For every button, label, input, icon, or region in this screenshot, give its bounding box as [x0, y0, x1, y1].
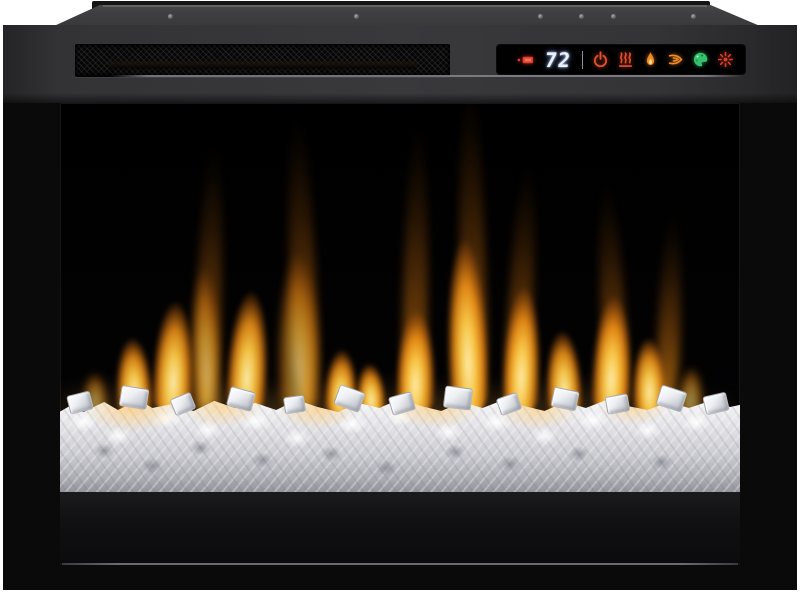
screw-icon	[538, 14, 543, 19]
heater-vent-grille	[75, 44, 450, 77]
flame-speed-button[interactable]	[667, 51, 684, 68]
hearth-front-panel	[60, 492, 740, 563]
bezel-highlight-line	[110, 75, 743, 77]
color-theme-button[interactable]	[692, 51, 709, 68]
firebox-glass	[60, 103, 740, 565]
glass-bottom-trim	[62, 563, 738, 565]
color-palette-icon	[692, 51, 709, 68]
crystal-chunk	[283, 395, 306, 415]
product-name: Electric Fireplace Insert	[0, 0, 1, 1]
screw-icon	[611, 14, 616, 19]
heat-button[interactable]	[617, 51, 634, 68]
top-bezel: 72	[3, 25, 797, 103]
temperature-display: 72	[544, 48, 573, 72]
brightness-button[interactable]	[717, 51, 734, 68]
crystal-chunk	[443, 385, 473, 410]
screw-icon	[691, 14, 696, 19]
brightness-icon	[717, 51, 734, 68]
screw-icon	[354, 14, 359, 19]
control-panel: 72	[497, 45, 745, 74]
crystal-chunk	[119, 385, 150, 410]
screw-icon	[168, 14, 173, 19]
flame-tongue	[437, 159, 494, 416]
flame-speed-icon	[667, 51, 684, 68]
power-icon	[592, 51, 609, 68]
flame-tongue	[392, 265, 441, 416]
heater-icon	[617, 51, 634, 68]
flame-button[interactable]	[642, 51, 659, 68]
power-button[interactable]	[592, 51, 609, 68]
panel-divider	[582, 51, 583, 69]
top-panel	[54, 5, 760, 26]
screw-icon	[579, 14, 584, 19]
control-buttons	[592, 51, 734, 68]
flame-tongue	[498, 229, 548, 415]
flame-tongue	[270, 180, 326, 416]
heat-on-indicator-icon	[517, 55, 534, 65]
fireplace-body: 72	[3, 25, 797, 590]
flame-icon	[642, 51, 659, 68]
fireplace-product-photo: Electric Fireplace Insert 72	[0, 0, 800, 596]
